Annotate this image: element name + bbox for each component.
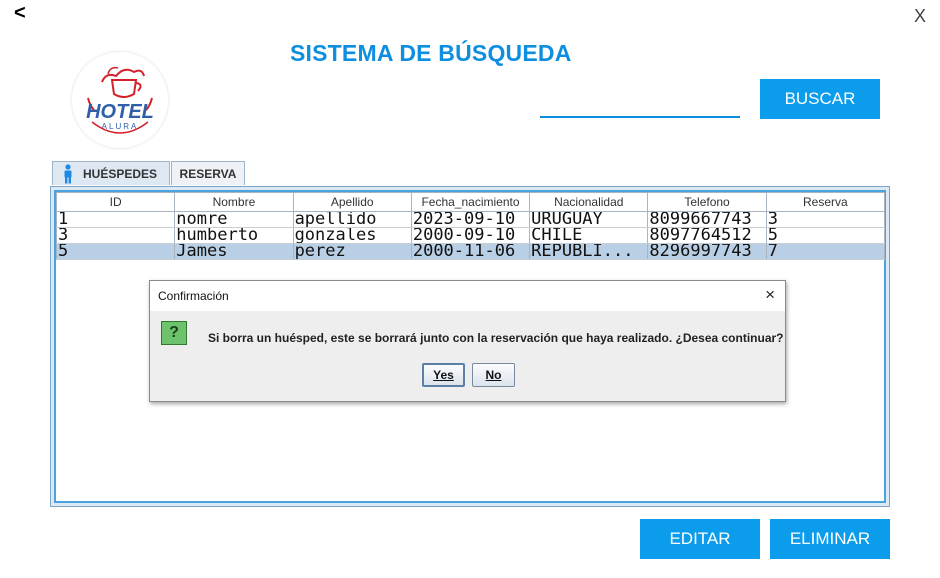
cell-nacionalidad[interactable]: REPUBLI... (529, 243, 649, 260)
cell-fecha-nacimiento[interactable]: 2000-09-10 (410, 227, 531, 244)
cell-reserva[interactable]: 7 (765, 243, 886, 260)
tab-huespedes-label: HUÉSPEDES (83, 166, 158, 181)
edit-button[interactable]: EDITAR (640, 519, 760, 559)
cell-reserva[interactable]: 3 (765, 211, 886, 228)
cell-apellido[interactable]: gonzales (292, 227, 412, 244)
confirmation-dialog: Confirmación × ? Si borra un huésped, es… (149, 280, 786, 402)
table-row[interactable]: 3 humberto gonzales 2000-09-10 CHILE 809… (55, 227, 886, 244)
column-header-nacionalidad[interactable]: Nacionalidad (529, 192, 649, 212)
person-icon (64, 163, 72, 183)
close-window-button[interactable]: X (914, 6, 926, 27)
search-input[interactable] (540, 80, 740, 118)
table-row-selected[interactable]: 5 James perez 2000-11-06 REPUBLI... 8296… (55, 243, 886, 260)
back-button[interactable]: < (14, 2, 26, 25)
guests-table[interactable]: ID Nombre Apellido Fecha_nacimiento Naci… (55, 192, 886, 260)
cell-nombre[interactable]: James (174, 243, 294, 260)
cell-reserva[interactable]: 5 (765, 227, 886, 244)
cell-fecha-nacimiento[interactable]: 2023-09-10 (410, 211, 531, 228)
question-icon: ? (161, 321, 187, 345)
logo-text-alura: ALURA (102, 122, 139, 131)
cell-fecha-nacimiento[interactable]: 2000-11-06 (410, 243, 531, 260)
table-row[interactable]: 1 nomre apellido 2023-09-10 URUGUAY 8099… (55, 211, 886, 228)
dialog-title: Confirmación (158, 289, 229, 303)
column-header-id[interactable]: ID (55, 192, 176, 212)
yes-button[interactable]: Yes (422, 363, 465, 387)
delete-button[interactable]: ELIMINAR (770, 519, 890, 559)
yes-button-label: Yes (433, 368, 454, 382)
tab-reserva[interactable]: RESERVA (171, 161, 245, 185)
dialog-message: Si borra un huésped, este se borrará jun… (208, 331, 784, 345)
cell-telefono[interactable]: 8099667743 (647, 211, 767, 228)
cell-apellido[interactable]: apellido (292, 211, 412, 228)
column-header-apellido[interactable]: Apellido (292, 192, 412, 212)
cell-nombre[interactable]: nomre (174, 211, 294, 228)
cell-telefono[interactable]: 8097764512 (647, 227, 767, 244)
column-header-reserva[interactable]: Reserva (765, 192, 886, 212)
cell-telefono[interactable]: 8296997743 (647, 243, 767, 260)
dialog-close-button[interactable]: × (765, 285, 775, 305)
no-button-label: No (485, 368, 502, 382)
no-button[interactable]: No (472, 363, 515, 387)
logo-text-hotel: HOTEL (86, 101, 154, 123)
cell-nacionalidad[interactable]: URUGUAY (529, 211, 649, 228)
page-title: SISTEMA DE BÚSQUEDA (290, 40, 572, 66)
column-header-nombre[interactable]: Nombre (174, 192, 294, 212)
cell-id[interactable]: 3 (55, 227, 176, 244)
cell-nombre[interactable]: humberto (174, 227, 294, 244)
tab-reserva-label: RESERVA (179, 166, 237, 181)
column-header-telefono[interactable]: Telefono (647, 192, 767, 212)
cell-id[interactable]: 5 (55, 243, 176, 260)
hotel-logo: HOTEL ALURA (72, 52, 168, 148)
cell-nacionalidad[interactable]: CHILE (529, 227, 649, 244)
column-header-fecha-nacimiento[interactable]: Fecha_nacimiento (410, 192, 531, 212)
dialog-body: ? Si borra un huésped, este se borrará j… (150, 311, 785, 401)
table-header: ID Nombre Apellido Fecha_nacimiento Naci… (55, 192, 886, 212)
cell-id[interactable]: 1 (55, 211, 176, 228)
coffee-cup-logo-icon: HOTEL ALURA (86, 66, 154, 134)
search-button[interactable]: BUSCAR (760, 79, 880, 119)
cell-apellido[interactable]: perez (292, 243, 412, 260)
tab-huespedes[interactable]: HUÉSPEDES (52, 161, 170, 185)
